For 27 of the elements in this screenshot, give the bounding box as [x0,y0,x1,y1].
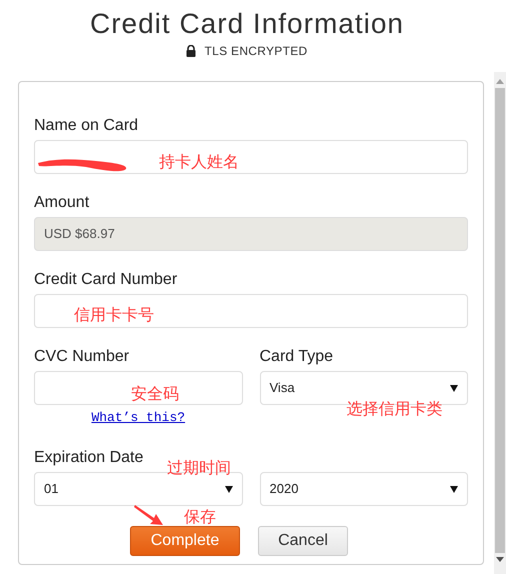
cancel-button[interactable]: Cancel [258,526,348,556]
field-label: Expiration Date [34,448,144,468]
caret-icon [224,486,232,492]
annotation-text: 安全码 [131,386,179,404]
field-label: CVC Number [34,347,130,367]
page-title: Credit Card Information [90,7,404,41]
annotation-text: 保存 [184,509,216,527]
text-field[interactable] [34,371,242,405]
annotation-text: 信用卡卡号 [74,307,154,325]
caret-icon [450,486,458,492]
scrollbar[interactable] [494,72,506,574]
scroll-up-icon[interactable] [496,78,504,84]
field-label: Name on Card [34,116,138,136]
field-label: Credit Card Number [34,270,178,290]
encryption-label: TLS ENCRYPTED [204,43,308,60]
select-dropdown[interactable]: 2020 [260,472,468,506]
scroll-down-icon[interactable] [496,557,504,563]
help-link[interactable]: What’s this? [91,409,186,427]
scrollbar-thumb[interactable] [495,88,505,553]
text-field[interactable] [34,294,468,328]
annotation-text: 持卡人姓名 [159,154,239,172]
field-label: Card Type [260,347,334,367]
amount-field: USD $68.97 [34,217,468,251]
lock-icon [186,45,196,57]
caret-icon [450,384,458,392]
field-label: Amount [34,193,90,213]
text-field[interactable] [34,140,468,174]
